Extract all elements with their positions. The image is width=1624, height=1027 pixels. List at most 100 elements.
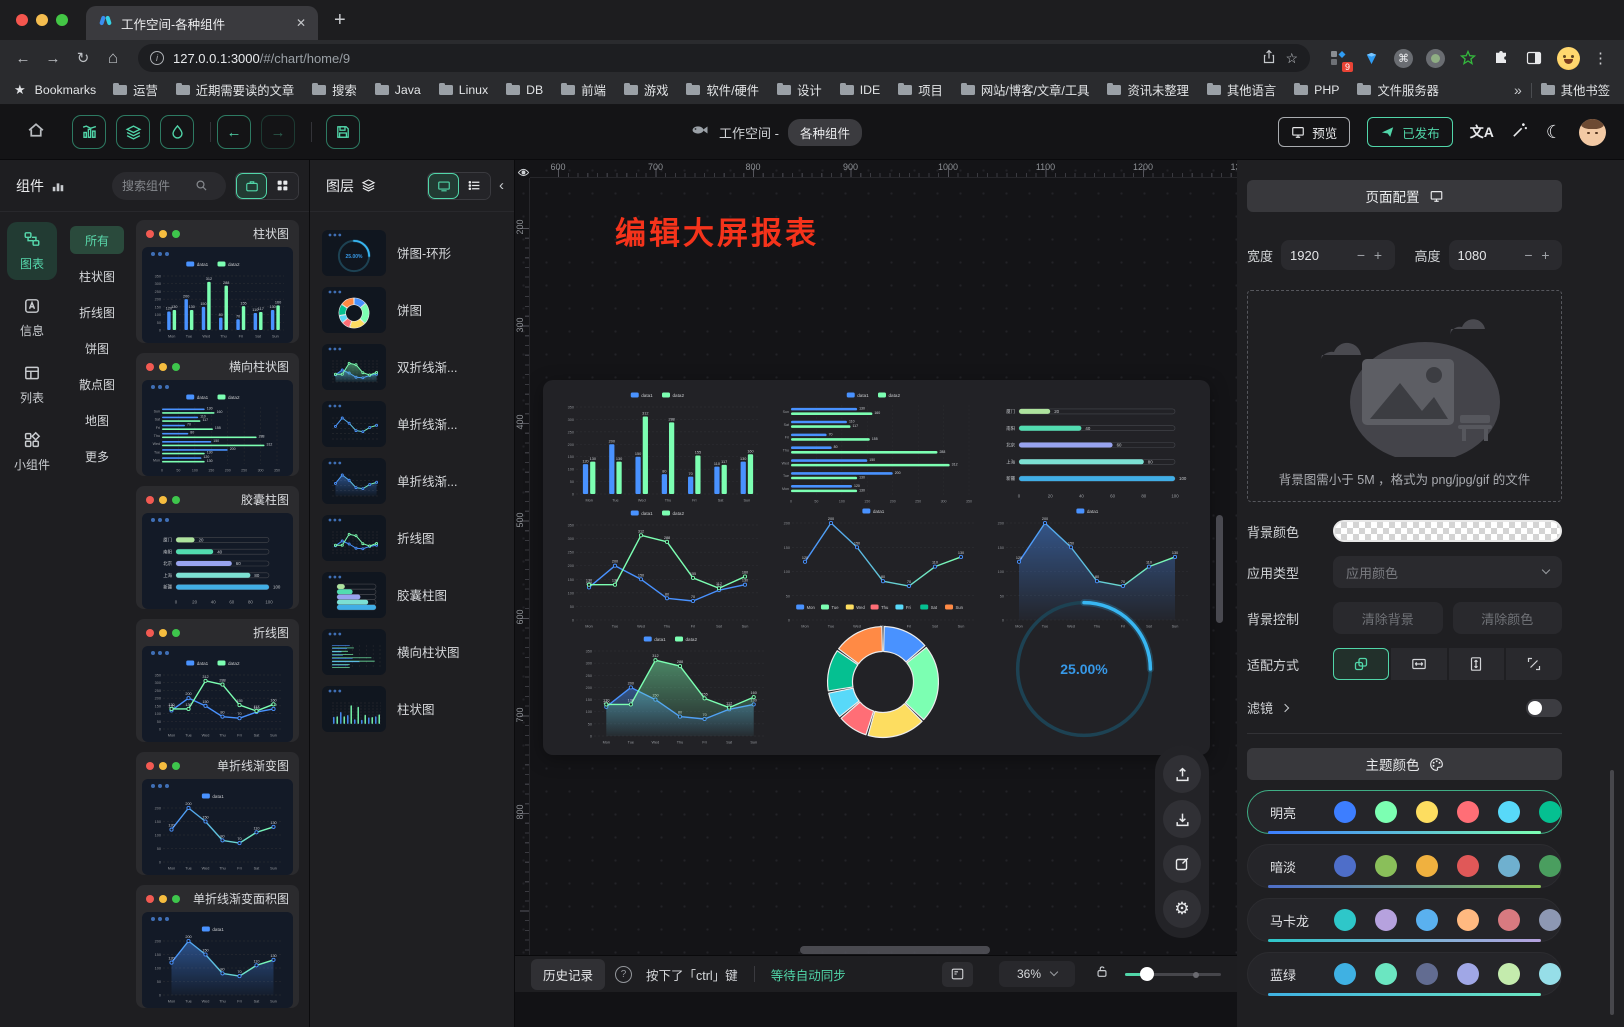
- width-stepper[interactable]: − +: [1281, 240, 1394, 270]
- bookmark-folder[interactable]: 网站/博客/文章/工具: [961, 81, 1090, 99]
- theme-row-蓝绿[interactable]: 蓝绿: [1247, 952, 1562, 996]
- help-icon[interactable]: ?: [615, 966, 632, 983]
- canvas-horizontal-scrollbar[interactable]: [800, 946, 990, 954]
- reload-icon[interactable]: ↻: [70, 49, 96, 67]
- category-更多[interactable]: 更多: [70, 442, 124, 470]
- fit-height-button[interactable]: [1449, 648, 1505, 680]
- settings-gear-icon[interactable]: ⚙: [1163, 890, 1201, 928]
- history-button[interactable]: 历史记录: [531, 959, 605, 990]
- app-home-icon[interactable]: [26, 120, 46, 145]
- bookmark-folder[interactable]: Linux: [439, 81, 488, 99]
- dashboard-preview[interactable]: data1data2050100150200250300350120200150…: [543, 380, 1210, 755]
- height-stepper[interactable]: − +: [1449, 240, 1562, 270]
- fit-width-button[interactable]: [1391, 648, 1447, 680]
- category-散点图[interactable]: 散点图: [70, 370, 124, 398]
- thumbnail-view-button[interactable]: [428, 173, 459, 199]
- big-screen-title-text[interactable]: 编辑大屏报表: [615, 208, 819, 253]
- preview-chart-capsule[interactable]: 厦门20南阳40北京60上海80新疆100020406080100: [989, 394, 1195, 500]
- bookmark-folder[interactable]: 近期需要读的文章: [176, 81, 294, 99]
- extension-grid-icon[interactable]: 9: [1328, 48, 1348, 68]
- slider-knob[interactable]: [1140, 967, 1154, 981]
- dot-extension-icon[interactable]: [1426, 49, 1445, 68]
- browser-menu-icon[interactable]: ⋮: [1593, 49, 1608, 67]
- url-bar[interactable]: i 127.0.0.1:3000/#/chart/home/9 ☆: [138, 44, 1310, 72]
- theme-row-马卡龙[interactable]: 马卡龙: [1247, 898, 1562, 942]
- preview-chart-donut[interactable]: MonTueWedThuFriSatSun: [783, 600, 983, 748]
- category-折线图[interactable]: 折线图: [70, 298, 124, 326]
- layer-item[interactable]: 横向柱状图: [310, 623, 514, 680]
- new-tab-button[interactable]: +: [334, 9, 346, 32]
- back-icon[interactable]: ←: [10, 50, 36, 67]
- component-card[interactable]: 单折线渐变面积图data1050100150200120200150807011…: [136, 885, 299, 1008]
- zoom-select[interactable]: 36%: [999, 961, 1075, 987]
- bookmark-folder[interactable]: 项目: [898, 81, 943, 99]
- bookmark-folder[interactable]: PHP: [1294, 81, 1339, 99]
- list-view-button[interactable]: [459, 173, 490, 199]
- layer-item[interactable]: 胶囊柱图: [310, 566, 514, 623]
- window-controls[interactable]: [16, 14, 86, 26]
- preview-chart-area-double[interactable]: data1data2050100150200250300350120200150…: [577, 634, 773, 746]
- filter-label[interactable]: 滤镜: [1247, 698, 1288, 717]
- browser-profile-avatar[interactable]: [1557, 47, 1580, 70]
- user-avatar[interactable]: [1579, 119, 1606, 146]
- clear-background-button[interactable]: 清除背景: [1333, 602, 1443, 634]
- publish-button[interactable]: 已发布: [1367, 117, 1453, 147]
- magic-wand-icon[interactable]: [1511, 121, 1529, 144]
- collapse-panel-icon[interactable]: ‹: [499, 177, 504, 194]
- tab-close-icon[interactable]: ✕: [296, 16, 306, 30]
- bookmark-folder[interactable]: 文件服务器: [1357, 81, 1439, 99]
- page-config-header[interactable]: 页面配置: [1247, 180, 1562, 212]
- bookmarks-label[interactable]: Bookmarks: [35, 83, 97, 97]
- sidebar-tab-图表[interactable]: 图表: [7, 222, 57, 280]
- star-extension-icon[interactable]: [1458, 48, 1478, 68]
- preview-chart-bar-horizontal[interactable]: data1data2050100150200250300350Sun130160…: [775, 390, 981, 504]
- undo-button[interactable]: ←: [217, 115, 251, 149]
- share-icon[interactable]: [1262, 49, 1276, 67]
- bookmark-folder[interactable]: 设计: [777, 81, 822, 99]
- minimize-window-button[interactable]: [36, 14, 48, 26]
- bg-color-swatch[interactable]: [1333, 520, 1562, 542]
- translate-icon[interactable]: 文A: [1470, 122, 1494, 142]
- save-button[interactable]: [326, 115, 360, 149]
- bookmark-folder[interactable]: Java: [375, 81, 421, 99]
- layer-item[interactable]: 双折线渐...: [310, 338, 514, 395]
- zoom-slider[interactable]: [1125, 967, 1221, 981]
- canvas-area[interactable]: 6007008009001000110012001300 20030040050…: [515, 160, 1237, 1027]
- bookmark-folder[interactable]: 资讯未整理: [1107, 81, 1189, 99]
- bookmark-folder[interactable]: DB: [506, 81, 543, 99]
- browser-tab[interactable]: 工作空间-各种组件 ✕: [86, 6, 318, 40]
- sidebar-tab-列表[interactable]: 列表: [7, 356, 57, 414]
- home-icon[interactable]: ⌂: [100, 48, 126, 68]
- layer-item[interactable]: 柱状图: [310, 680, 514, 737]
- bookmark-folder[interactable]: 其他语言: [1207, 81, 1276, 99]
- layer-item[interactable]: 折线图: [310, 509, 514, 566]
- upload-button[interactable]: [1163, 755, 1201, 793]
- layer-item[interactable]: 单折线渐...: [310, 452, 514, 509]
- layer-item[interactable]: 饼图: [310, 281, 514, 338]
- diamond-extension-icon[interactable]: [1361, 48, 1381, 68]
- search-box[interactable]: [112, 172, 226, 200]
- component-card[interactable]: 单折线渐变图data105010015020012020015080701101…: [136, 752, 299, 875]
- bookmarks-overflow[interactable]: »: [1514, 82, 1522, 98]
- align-panel-icon[interactable]: [942, 962, 973, 987]
- briefcase-view-button[interactable]: [236, 173, 267, 199]
- component-card[interactable]: 折线图data1data2050100150200250300350120200…: [136, 619, 299, 742]
- bookmark-folder[interactable]: 运营: [113, 81, 158, 99]
- bookmark-folder[interactable]: 前端: [561, 81, 606, 99]
- bookmark-star-icon[interactable]: ☆: [1285, 50, 1298, 67]
- preview-chart-line-double[interactable]: data1data2050100150200250300350120200150…: [559, 508, 765, 630]
- workspace-name-badge[interactable]: 各种组件: [788, 119, 862, 146]
- close-window-button[interactable]: [16, 14, 28, 26]
- dark-mode-icon[interactable]: ☾: [1546, 122, 1562, 143]
- sidebar-toggle-icon[interactable]: [1524, 48, 1544, 68]
- component-card[interactable]: 柱状图data1data2050100150200250300350120200…: [136, 220, 299, 343]
- lock-icon[interactable]: [1095, 964, 1109, 984]
- theme-row-暗淡[interactable]: 暗淡: [1247, 844, 1562, 888]
- layer-item[interactable]: 25.00%饼图-环形: [310, 224, 514, 281]
- canvas-vertical-scrollbar[interactable]: [1216, 515, 1223, 623]
- edit-button[interactable]: [1163, 845, 1201, 883]
- chart-template-button[interactable]: [72, 115, 106, 149]
- layer-item[interactable]: 单折线渐...: [310, 395, 514, 452]
- app-type-select[interactable]: 应用颜色: [1333, 556, 1562, 588]
- bookmark-folder[interactable]: 搜索: [312, 81, 357, 99]
